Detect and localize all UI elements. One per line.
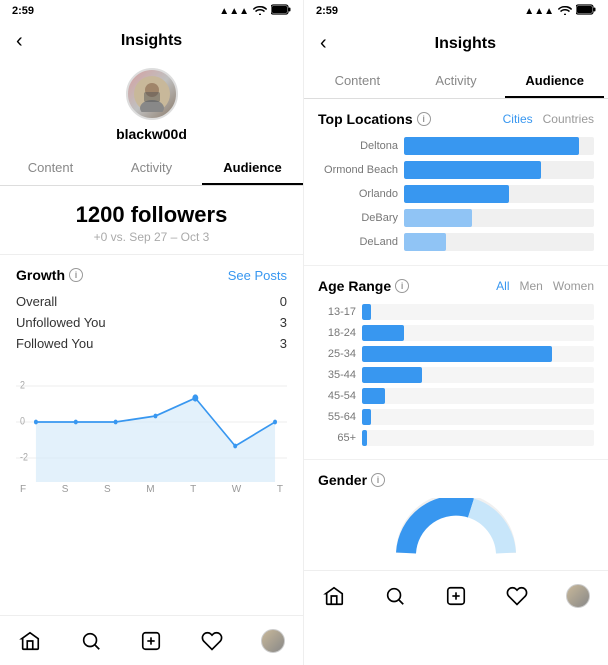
right-header: ‹ Insights [304, 22, 608, 63]
search-nav-icon-left[interactable] [78, 628, 104, 654]
growth-info-icon: i [69, 268, 83, 282]
top-locations-section: Top Locations i Cities Countries Deltona… [304, 99, 608, 266]
followers-count: 1200 followers [0, 202, 303, 228]
gender-title: Gender i [318, 472, 594, 488]
tab-activity-right[interactable]: Activity [407, 63, 506, 98]
age-bar-1824: 18-24 [318, 325, 594, 341]
bottom-nav-right [304, 570, 608, 620]
profile-nav-icon-right[interactable] [565, 583, 591, 609]
gender-chart [318, 498, 594, 558]
location-bar-ormondbeach: Ormond Beach [318, 161, 594, 179]
time-right: 2:59 [316, 5, 338, 17]
left-title: Insights [121, 32, 182, 50]
tab-activity-left[interactable]: Activity [101, 150, 202, 185]
women-filter[interactable]: Women [553, 279, 594, 293]
men-filter[interactable]: Men [520, 279, 543, 293]
all-filter[interactable]: All [496, 279, 509, 293]
time-left: 2:59 [12, 5, 34, 17]
unfollowed-value: 3 [280, 315, 287, 330]
tab-content-right[interactable]: Content [308, 63, 407, 98]
back-button-right[interactable]: ‹ [320, 32, 327, 55]
growth-stats: Overall 0 Unfollowed You 3 Followed You … [16, 291, 287, 354]
right-panel: 2:59 ▲▲▲ ‹ Insights Content Activity Aud… [304, 0, 608, 665]
plus-nav-icon-left[interactable] [138, 628, 164, 654]
age-range-info-icon: i [395, 279, 409, 293]
location-bar-deland: DeLand [318, 233, 594, 251]
location-bar-deltona: Deltona [318, 137, 594, 155]
chart-x-labels: F S S M T W T [16, 482, 287, 495]
search-nav-icon-right[interactable] [382, 583, 408, 609]
home-nav-icon-left[interactable] [17, 628, 43, 654]
left-panel-footer [0, 615, 303, 665]
age-bar-5564: 55-64 [318, 409, 594, 425]
age-bar-65plus: 65+ [318, 430, 594, 446]
signal-icon-right: ▲▲▲ [524, 6, 554, 17]
status-bar-left: 2:59 ▲▲▲ [0, 0, 303, 22]
right-title: Insights [339, 35, 592, 53]
growth-unfollowed-row: Unfollowed You 3 [16, 312, 287, 333]
see-posts-button[interactable]: See Posts [228, 268, 287, 283]
growth-section: Growth i See Posts Overall 0 Unfollowed … [0, 255, 303, 501]
growth-chart: 2 0 -2 [16, 362, 287, 482]
bottom-nav-left [0, 615, 303, 665]
growth-followed-row: Followed You 3 [16, 333, 287, 354]
back-button-left[interactable]: ‹ [16, 30, 23, 53]
tab-content-left[interactable]: Content [0, 150, 101, 185]
profile-nav-icon-left[interactable] [260, 628, 286, 654]
status-icons-left: ▲▲▲ [219, 4, 291, 18]
overall-label: Overall [16, 294, 57, 309]
profile-section: blackw00d [0, 58, 303, 150]
overall-value: 0 [280, 294, 287, 309]
top-locations-header: Top Locations i Cities Countries [318, 111, 594, 127]
age-bar-4554: 45-54 [318, 388, 594, 404]
followers-section: 1200 followers +0 vs. Sep 27 – Oct 3 [0, 186, 303, 255]
left-panel: 2:59 ▲▲▲ ‹ Insights blackw00d Co [0, 0, 304, 665]
countries-filter[interactable]: Countries [543, 112, 594, 126]
username: blackw00d [116, 126, 187, 142]
plus-nav-icon-right[interactable] [443, 583, 469, 609]
tab-audience-left[interactable]: Audience [202, 150, 303, 185]
followers-date: +0 vs. Sep 27 – Oct 3 [0, 230, 303, 244]
age-range-section: Age Range i All Men Women 13-17 18-24 25… [304, 266, 608, 460]
gender-section: Gender i [304, 460, 608, 570]
tab-audience-right[interactable]: Audience [505, 63, 604, 98]
wifi-icon-left [253, 5, 267, 18]
status-bar-right: 2:59 ▲▲▲ [304, 0, 608, 22]
heart-nav-icon-left[interactable] [199, 628, 225, 654]
left-tabs: Content Activity Audience [0, 150, 303, 186]
svg-text:2: 2 [20, 380, 25, 392]
top-locations-info-icon: i [417, 112, 431, 126]
followed-value: 3 [280, 336, 287, 351]
followed-label: Followed You [16, 336, 93, 351]
age-bar-2534: 25-34 [318, 346, 594, 362]
unfollowed-label: Unfollowed You [16, 315, 106, 330]
location-filters: Cities Countries [503, 112, 594, 126]
top-locations-title: Top Locations i [318, 111, 431, 127]
gender-info-icon: i [371, 473, 385, 487]
home-nav-icon-right[interactable] [321, 583, 347, 609]
growth-overall-row: Overall 0 [16, 291, 287, 312]
status-icons-right: ▲▲▲ [524, 4, 596, 18]
location-bar-orlando: Orlando [318, 185, 594, 203]
signal-icon-left: ▲▲▲ [219, 6, 249, 17]
age-range-header: Age Range i All Men Women [318, 278, 594, 294]
right-tabs: Content Activity Audience [304, 63, 608, 99]
heart-nav-icon-right[interactable] [504, 583, 530, 609]
age-range-title: Age Range i [318, 278, 409, 294]
growth-header: Growth i See Posts [16, 267, 287, 283]
age-bar-3544: 35-44 [318, 367, 594, 383]
battery-icon-right [576, 4, 596, 18]
location-bar-debary: DeBary [318, 209, 594, 227]
wifi-icon-right [558, 5, 572, 18]
svg-text:0: 0 [20, 416, 25, 428]
cities-filter[interactable]: Cities [503, 112, 533, 126]
battery-icon-left [271, 4, 291, 18]
left-header: ‹ Insights [0, 22, 303, 58]
age-bar-1317: 13-17 [318, 304, 594, 320]
avatar [126, 68, 178, 120]
svg-text:-2: -2 [20, 452, 28, 464]
growth-title: Growth i [16, 267, 83, 283]
age-filters: All Men Women [496, 279, 594, 293]
